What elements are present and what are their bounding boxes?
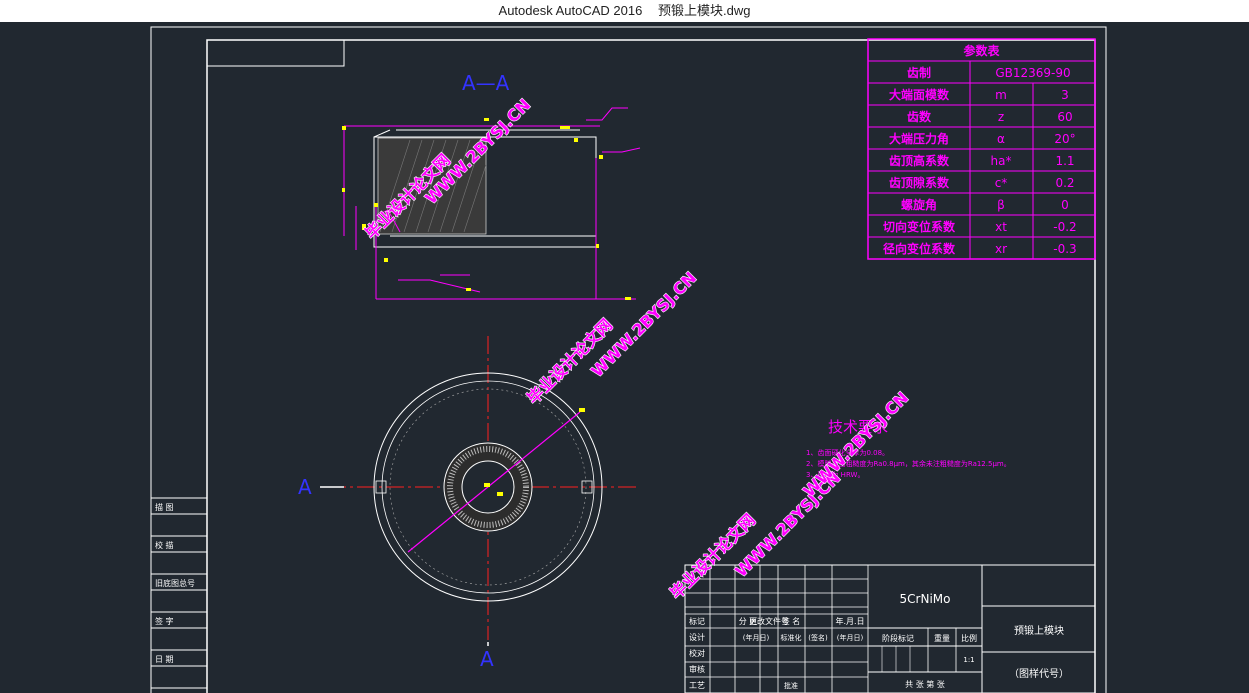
param-value: 20°	[1054, 132, 1075, 146]
param-value: 0	[1061, 198, 1069, 212]
scale-value: 1:1	[963, 656, 974, 664]
param-symbol: α	[997, 132, 1005, 146]
drawing-canvas[interactable]: A—A 参数表齿制 GB12369-90大端面模数 m 3齿数 z 60大端压力…	[0, 22, 1249, 693]
param-symbol: ha*	[991, 154, 1012, 168]
param-symbol: z	[998, 110, 1004, 124]
sign-row-c4: (年月日)	[837, 633, 864, 642]
param-value: 1.1	[1055, 154, 1074, 168]
section-title: A—A	[462, 71, 510, 95]
rev-header: 年.月.日	[835, 616, 864, 626]
sign-row-label: 工艺	[689, 681, 705, 690]
param-value: -0.3	[1053, 242, 1076, 256]
param-name: 大端面模数	[889, 87, 950, 102]
param-value: 3	[1061, 88, 1069, 102]
plan-view[interactable]	[328, 336, 640, 640]
param-value: 60	[1057, 110, 1072, 124]
stage-header: 重量	[934, 633, 950, 643]
sign-row-c1: (年月日)	[743, 633, 770, 642]
app-title: Autodesk AutoCAD 2016	[498, 3, 643, 18]
left-strip-label: 旧底图总号	[155, 578, 195, 588]
param-value: -0.2	[1053, 220, 1076, 234]
sign-row-c3: (签名)	[808, 633, 828, 642]
drawing-name: 预锻上模块	[1014, 624, 1064, 637]
inner-frame	[206, 39, 1096, 693]
param-symbol: m	[995, 88, 1007, 102]
param-name: 切向变位系数	[883, 219, 956, 234]
left-strip: 描 图校 描旧底图总号签 字日 期	[150, 497, 208, 689]
param-name: 齿顶隙系数	[889, 175, 950, 190]
watermarks: 毕业设计论文网WWW.2BYSJ.CN毕业设计论文网WWW.2BYSJ.CN毕业…	[361, 94, 913, 603]
title-block: 标记分 区更改文件号签 名年.月.日设计 (年月日) 标准化 (签名) (年月日)校对审…	[684, 564, 1096, 693]
left-strip-label: 签 字	[155, 616, 174, 626]
left-strip-label: 日 期	[155, 655, 174, 664]
left-strip-label: 描 图	[155, 502, 174, 512]
section-mark-bottom: A	[480, 647, 494, 671]
top-left-box	[206, 39, 345, 67]
section-mark-left: A	[298, 475, 312, 499]
param-name: 齿顶高系数	[889, 153, 950, 168]
stage-header: 阶段标记	[882, 633, 914, 643]
window-title-bar: Autodesk AutoCAD 2016 预锻上模块.dwg	[0, 0, 1249, 22]
param-name: 大端压力角	[889, 131, 949, 146]
param-name: 齿制	[907, 65, 931, 80]
param-symbol: c*	[995, 176, 1008, 190]
param-value: 0.2	[1055, 176, 1074, 190]
param-name: 齿数	[907, 109, 932, 124]
material-name: 5CrNiMo	[900, 592, 951, 606]
drawing-code: （图样代号）	[1009, 667, 1069, 680]
param-symbol: xr	[995, 242, 1007, 256]
param-name: 螺旋角	[901, 197, 937, 212]
sheet-text: 共 张 第 张	[905, 679, 945, 689]
sign-row-label: 审核	[689, 664, 705, 674]
param-symbol: β	[997, 198, 1005, 212]
file-name: 预锻上模块.dwg	[657, 3, 751, 18]
sign-row-label: 校对	[689, 648, 705, 658]
param-table-title: 参数表	[963, 43, 1000, 58]
sign-row-c2: 批准	[784, 681, 798, 690]
left-strip-label: 校 描	[155, 540, 174, 550]
param-name: 径向变位系数	[883, 241, 956, 256]
stage-header: 比例	[961, 633, 977, 643]
rev-header: 签 名	[782, 616, 801, 626]
rev-header: 标记	[689, 616, 705, 626]
param-symbol: xt	[995, 220, 1007, 234]
param-value: GB12369-90	[995, 66, 1070, 80]
param-table: 参数表齿制 GB12369-90 大端面模数 m 3 齿数 z 60 大端压力角 α 20° 齿顶高系…	[867, 38, 1096, 260]
sign-row-c2: 标准化	[781, 633, 802, 642]
sign-row-label: 设计	[689, 632, 705, 642]
watermark-text: WWW.2BYSJ.CN	[799, 388, 912, 501]
